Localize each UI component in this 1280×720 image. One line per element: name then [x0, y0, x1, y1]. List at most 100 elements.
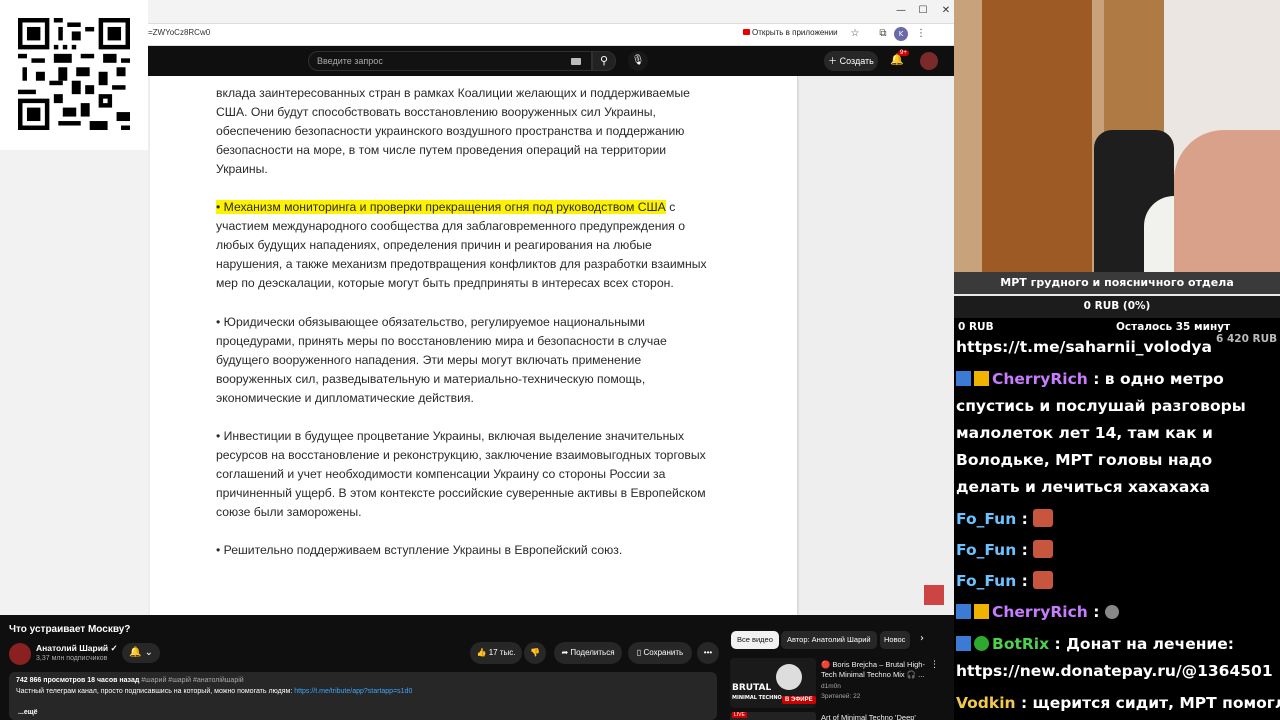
subscriber-count: 3,37 млн подписчиков [36, 655, 108, 662]
video-title: Что устраивает Москву? [9, 624, 131, 635]
address-bar[interactable]: =ZWYoCz8RCw0 Открыть в приложении ☆ ⧉ K … [148, 24, 954, 46]
chat-nick[interactable]: Vodkin [956, 694, 1016, 712]
recommended-title-1[interactable]: 🔴 Boris Brejcha – Brutal High-Tech Minim… [821, 660, 925, 680]
notifications-button[interactable]: 🔔 ⌄ [122, 643, 160, 663]
recommended-viewers-1: Зрителей: 22 [821, 693, 861, 700]
menu-icon[interactable]: ⋮ [914, 27, 928, 41]
floating-avatar [924, 585, 944, 605]
channel-avatar[interactable] [9, 643, 31, 665]
like-button[interactable]: 👍 17 тыс. [470, 642, 522, 664]
chat-nick[interactable]: Fo_Fun [956, 541, 1016, 559]
chevron-down-icon: ⌄ [144, 647, 154, 658]
doc-paragraph-1: • Механизм мониторинга и проверки прекра… [216, 198, 716, 293]
verified-bot-badge-icon [974, 636, 989, 651]
close-button[interactable]: ✕ [936, 3, 956, 19]
description-body: Частный телеграм канал, просто подписавш… [16, 688, 295, 695]
chat-message: CherryRich : в одно метро спустись и пос… [956, 366, 1280, 501]
emote-icon [1033, 571, 1054, 589]
share-icon: ➦ [561, 648, 569, 657]
recommended-channel-1[interactable]: d1m0n [821, 683, 841, 690]
thumbnail-brutal-text: BRUTAL MINIMAL TECHNO [732, 684, 782, 703]
search-button[interactable]: ⚲ [592, 51, 616, 71]
chip-news[interactable]: Новос [880, 631, 910, 649]
show-more-button[interactable]: ...ещё [18, 709, 38, 716]
hashtags[interactable]: #шарий #шарій #анатолійшарій [141, 677, 243, 684]
minimize-button[interactable]: — [891, 3, 911, 19]
bookmark-icon: ▯ [636, 648, 642, 657]
doc-paragraph-0-rest: США. Они будут способствовать восстановл… [216, 105, 685, 177]
doc-paragraph-0: вклада заинтересованных стран в рамках К… [216, 84, 716, 179]
chat-nick[interactable]: CherryRich [992, 370, 1088, 388]
extensions-icon[interactable]: ⧉ [876, 27, 890, 41]
donation-goal-title-bar: МРТ грудного и поясничного отдела [954, 272, 1280, 294]
description-text: Частный телеграм канал, просто подписавш… [16, 688, 412, 695]
qr-panel [0, 0, 148, 150]
dislike-button[interactable]: 👎 [524, 642, 546, 664]
recommended-thumbnail-2[interactable]: LIVE [730, 712, 816, 720]
profile-avatar[interactable]: K [894, 27, 908, 41]
more-actions-button[interactable]: ••• [697, 642, 719, 664]
create-button[interactable]: ＋ Создать [824, 51, 878, 71]
share-button[interactable]: ➦ Поделиться [554, 642, 622, 664]
chat-nick[interactable]: CherryRich [992, 603, 1088, 621]
search-icon: ⚲ [599, 54, 609, 67]
prime-badge-icon [956, 604, 971, 619]
chat-message: Fo_Fun : [956, 568, 1280, 595]
donation-goal-max: 6 420 RUB [1216, 333, 1278, 345]
chat-message: Vodkin : щерится сидит, МРТ помогло [956, 690, 1280, 717]
live-badge-2: LIVE [732, 712, 747, 718]
chat-message: Fo_Fun : [956, 506, 1280, 533]
account-avatar[interactable] [920, 52, 938, 70]
recommended-title-2[interactable]: Art of Minimal Techno 'Deep' [821, 713, 925, 720]
chat-nick[interactable]: Fo_Fun [956, 510, 1016, 528]
donation-goal-min: 0 RUB [958, 321, 994, 333]
emote-icon [1033, 540, 1054, 558]
chip-all-videos[interactable]: Все видео [731, 631, 779, 649]
search-box[interactable]: Введите запрос [308, 51, 592, 71]
voice-search-button[interactable]: 🎙 [628, 51, 648, 71]
star-icon[interactable]: ☆ [848, 27, 862, 41]
chat-text: : [1087, 603, 1105, 621]
open-in-app-button[interactable]: Открыть в приложении [743, 28, 838, 37]
notifications-badge: 9+ [898, 50, 909, 56]
description-link[interactable]: https://t.me/tribute/app?startapp=s1d0 [294, 688, 412, 695]
chip-author[interactable]: Автор: Анатолий Шарий [781, 631, 877, 649]
donation-goal-title: МРТ грудного и поясничного отдела [1000, 276, 1234, 289]
open-in-app-label: Открыть в приложении [752, 28, 838, 37]
chat-nick[interactable]: BotRix [992, 635, 1049, 653]
doc-paragraph-0-line1: вклада заинтересованных стран в рамках К… [216, 86, 690, 100]
chat-text: : [1016, 541, 1034, 559]
recommended-thumbnail-1[interactable]: BRUTAL MINIMAL TECHNO В ЭФИРЕ [730, 658, 816, 708]
maximize-button[interactable]: ☐ [913, 3, 933, 19]
thumbs-down-icon: 👎 [530, 648, 540, 657]
doc-paragraph-3: • Инвестиции в будущее процветание Украи… [216, 429, 706, 520]
chat-text: : щерится сидит, МРТ помогло [1015, 694, 1280, 712]
donation-goal-amount: 0 RUB (0%) [1083, 300, 1151, 312]
save-label: Сохранить [643, 648, 684, 657]
description-stats: 742 866 просмотров 18 часов назад #шарий… [16, 677, 244, 684]
chat-pinned-link[interactable]: https://t.me/saharnii_volodya [956, 338, 1212, 356]
recommended-menu-icon[interactable]: ⋮ [930, 660, 939, 670]
chevron-right-icon[interactable]: › [920, 633, 924, 644]
channel-name[interactable]: Анатолий Шарий ✓ [36, 643, 118, 654]
chat-text: : [1016, 510, 1034, 528]
chat-message: CherryRich : [956, 599, 1280, 626]
highlighted-text: • Механизм мониторинга и проверки прекра… [216, 200, 666, 214]
bell-icon: 🔔 [128, 647, 142, 658]
description-box[interactable]: 742 866 просмотров 18 часов назад #шарий… [9, 672, 717, 720]
crown-badge-icon [974, 371, 989, 386]
search-input[interactable]: Введите запрос [317, 56, 383, 66]
thumbnail-subtitle: MINIMAL TECHNO [732, 695, 782, 701]
create-label: Создать [839, 56, 874, 66]
youtube-header: Введите запрос ⚲ 🎙 ＋ Создать 🔔 9+ [148, 46, 954, 76]
doc-paragraph-4: • Решительно поддерживаем вступление Укр… [216, 543, 623, 557]
save-button[interactable]: ▯ Сохранить [628, 642, 692, 664]
live-badge: В ЭФИРЕ [782, 696, 816, 704]
keyboard-icon[interactable] [571, 58, 581, 65]
qr-code-icon [18, 18, 130, 130]
url-text[interactable]: =ZWYoCz8RCw0 [148, 28, 210, 37]
share-label: Поделиться [570, 648, 615, 657]
chat-nick[interactable]: Fo_Fun [956, 572, 1016, 590]
donation-goal-bar: 0 RUB (0%) [954, 296, 1280, 318]
webcam-shelf [982, 0, 1092, 272]
